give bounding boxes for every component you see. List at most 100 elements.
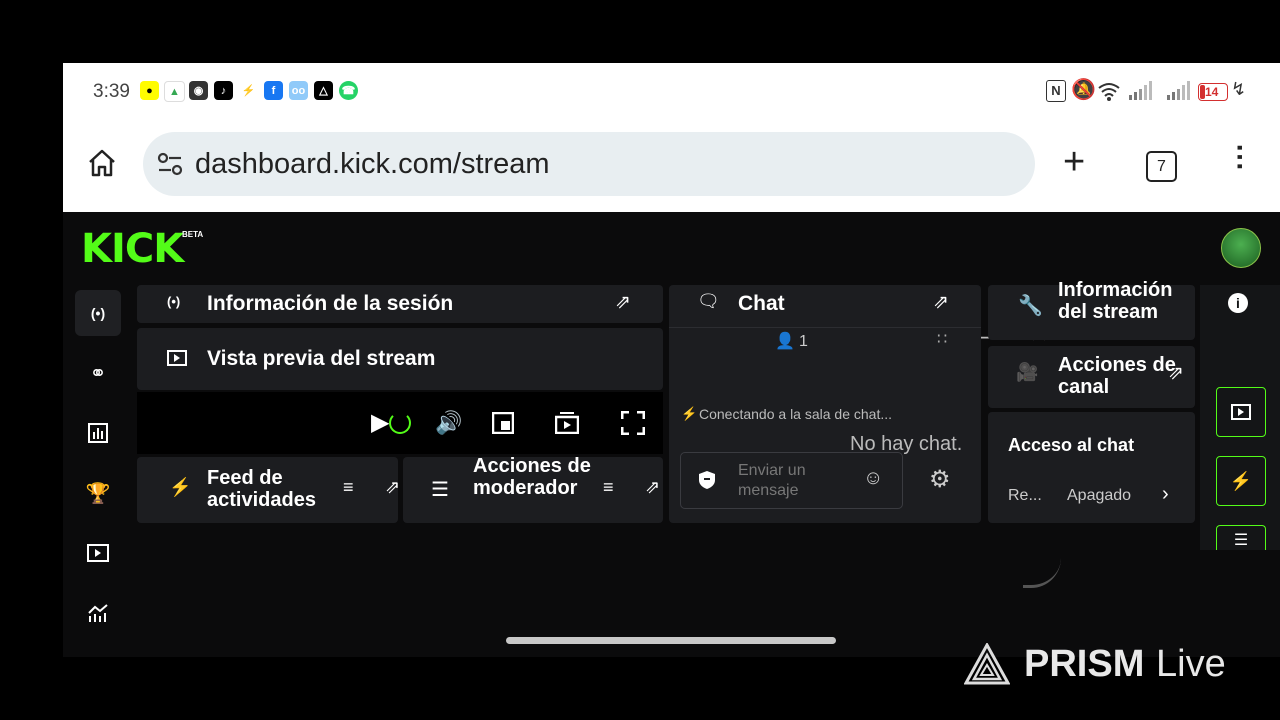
trophy-nav-icon[interactable]: 🏆 xyxy=(75,470,121,516)
battery-level: 14 xyxy=(1205,85,1219,99)
emoji-icon[interactable]: ☺ xyxy=(863,467,883,490)
site-settings-icon[interactable] xyxy=(157,152,183,176)
popout-icon[interactable]: ⇗ xyxy=(1168,362,1184,385)
filter-icon[interactable]: ≡ xyxy=(603,477,614,498)
live-text: Live xyxy=(1156,643,1226,685)
video-rail-button[interactable] xyxy=(1216,387,1266,437)
browser-toolbar: dashboard.kick.com/stream + 7 ⋯ xyxy=(63,121,1280,212)
address-bar[interactable]: dashboard.kick.com/stream xyxy=(143,132,1035,196)
chat-input[interactable]: Enviar un mensaje ☺ xyxy=(680,452,903,509)
prism-live-watermark: PRISM Live xyxy=(964,641,1254,691)
stats-nav-icon[interactable] xyxy=(75,590,121,636)
activity-rail-button[interactable]: ⚡ xyxy=(1216,456,1266,506)
wrench-icon: 🔧 xyxy=(1018,295,1043,317)
fullscreen-icon[interactable] xyxy=(621,411,645,435)
shield-icon xyxy=(699,471,715,489)
gesture-bar[interactable] xyxy=(506,637,836,644)
charging-icon: ↯ xyxy=(1231,79,1247,99)
kick-dashboard: KICK BETA (•) ⚭ 🏆 (•) Información de la … xyxy=(63,212,1280,657)
filter-icon[interactable]: ≡ xyxy=(343,477,354,498)
list-icon: ☰ xyxy=(431,479,449,501)
mod-actions-title: Acciones de moderador xyxy=(473,455,591,499)
activity-feed-panel: ⚡ Feed de actividades ≡ ⇗ xyxy=(137,457,400,523)
stream-info-panel: 🔧 Información del stream xyxy=(988,279,1195,340)
link-nav-icon[interactable]: ⚭ xyxy=(75,350,121,396)
access-label: Re... xyxy=(1008,487,1042,504)
prism-logo-icon xyxy=(964,643,1010,685)
new-tab-button[interactable]: + xyxy=(1063,143,1085,181)
beta-badge: BETA xyxy=(182,230,204,239)
channel-actions-panel: 🎥 Acciones de canal ⇗ xyxy=(988,346,1195,408)
chat-input-placeholder: Enviar un mensaje xyxy=(738,462,806,499)
podcast-icon: ◉ xyxy=(189,81,208,100)
list-icon: ☰ xyxy=(1233,532,1249,549)
mod-actions-panel: ☰ Acciones de moderador ≡ ⇗ xyxy=(403,455,663,523)
clock: 3:39 xyxy=(93,81,130,102)
chat-bubble-icon: 🗨 xyxy=(697,291,720,311)
chevron-right-icon: › xyxy=(1162,483,1169,505)
analytics-nav-icon[interactable] xyxy=(75,410,121,456)
home-icon[interactable] xyxy=(87,148,117,178)
prism-text: PRISM xyxy=(1024,643,1145,685)
prism-app-icon: △ xyxy=(314,81,333,100)
session-info-title: Información de la sesión xyxy=(207,292,454,315)
lightning-icon: ⚡ xyxy=(681,406,698,421)
battery-icon: 14 xyxy=(1198,83,1228,101)
connecting-status: Conectando a la sala de chat... xyxy=(699,406,893,422)
signal-icon-1 xyxy=(1129,81,1152,100)
stream-nav-icon[interactable]: (•) xyxy=(75,290,121,336)
facebook-icon: f xyxy=(264,81,283,100)
wifi-icon xyxy=(1098,83,1120,101)
user-icon: 👤 xyxy=(775,333,795,350)
voicemail-icon: oo xyxy=(289,81,308,100)
status-bar: 3:39 ● ▲ ◉ ♪ ⚡ f oo △ ☎ N 🔕 14 ↯ xyxy=(63,63,1280,121)
tab-switcher-button[interactable]: 7 xyxy=(1146,151,1177,182)
stream-preview-panel: Vista previa del stream xyxy=(137,328,663,390)
video-nav-icon[interactable] xyxy=(75,530,121,576)
chat-title: Chat xyxy=(738,292,785,315)
channel-actions-title: Acciones de canal xyxy=(1058,354,1176,398)
chat-access-row[interactable]: Re... Apagado › xyxy=(988,482,1195,512)
whatsapp-icon: ☎ xyxy=(339,81,358,100)
theater-icon[interactable] xyxy=(555,412,579,434)
loading-arc xyxy=(1023,555,1061,588)
activity-feed-title: Feed de actividades xyxy=(207,467,316,511)
popout-icon[interactable]: ⇗ xyxy=(615,291,631,314)
volume-icon[interactable]: 🔊 xyxy=(435,410,462,436)
tiktok-icon: ♪ xyxy=(214,81,233,100)
chat-panel: 🗨 Chat ⇗ 👤 1 ∷ ⚡ Conectando a la sala de… xyxy=(669,285,981,523)
loading-spinner xyxy=(389,412,411,434)
chat-access-panel: Acceso al chat Re... Apagado › xyxy=(988,412,1195,523)
mute-icon: 🔕 xyxy=(1071,79,1096,101)
list-rail-button[interactable]: ☰ xyxy=(1216,525,1266,550)
chat-access-title: Acceso al chat xyxy=(1008,435,1135,455)
browser-menu-icon[interactable]: ⋯ xyxy=(1225,143,1256,171)
kick-logo[interactable]: KICK BETA xyxy=(81,226,203,272)
chat-settings-icon[interactable]: ⚙ xyxy=(929,465,951,494)
drag-handle-icon[interactable]: ∷ xyxy=(937,329,947,349)
url-text[interactable]: dashboard.kick.com/stream xyxy=(195,148,550,181)
right-rail: i ⚡ ☰ xyxy=(1200,285,1280,550)
popout-icon[interactable]: ⇗ xyxy=(385,477,400,498)
broadcast-icon: (•) xyxy=(167,294,181,309)
lightning-icon: ⚡ xyxy=(169,477,192,497)
video-icon xyxy=(1231,404,1251,420)
stream-preview-title: Vista previa del stream xyxy=(207,347,436,370)
user-avatar[interactable] xyxy=(1221,228,1261,268)
play-games-icon: ▲ xyxy=(164,81,185,102)
messenger-icon: ⚡ xyxy=(239,81,258,100)
popout-icon[interactable]: ⇗ xyxy=(933,291,949,314)
video-player[interactable]: ▶ 🔊 xyxy=(137,392,663,454)
popout-icon[interactable]: ⇗ xyxy=(645,477,660,498)
tab-count: 7 xyxy=(1157,158,1166,175)
access-value: Apagado xyxy=(1067,487,1132,504)
lightning-icon: ⚡ xyxy=(1229,470,1253,491)
stream-info-title: Información del stream xyxy=(1058,279,1173,323)
dashboard-sidebar: (•) ⚭ 🏆 xyxy=(63,282,133,657)
pip-icon[interactable] xyxy=(492,412,514,434)
nfc-icon: N xyxy=(1046,80,1066,102)
phone-screen: 3:39 ● ▲ ◉ ♪ ⚡ f oo △ ☎ N 🔕 14 ↯ dashboa… xyxy=(63,63,1280,657)
channel-icon: 🎥 xyxy=(1016,362,1039,382)
play-button[interactable]: ▶ xyxy=(371,408,389,437)
info-icon[interactable]: i xyxy=(1228,293,1248,313)
